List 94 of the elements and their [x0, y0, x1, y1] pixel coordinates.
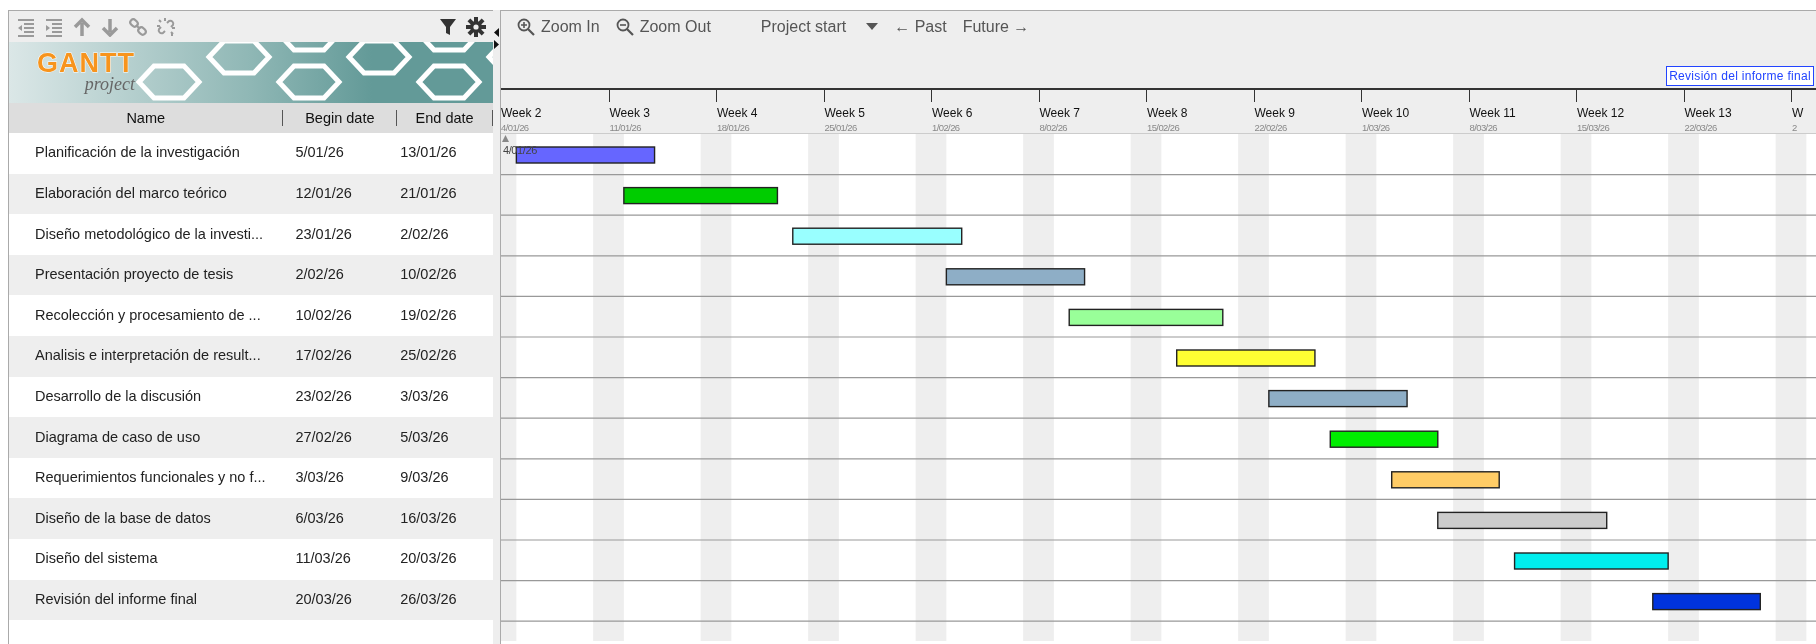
week-date: 22/02/26	[1254, 121, 1287, 135]
end-date: 16/03/26	[399, 508, 458, 528]
project-start-dropdown[interactable]: Project start	[756, 15, 883, 39]
task-name[interactable]: Desarrollo de la discusión	[9, 386, 284, 408]
end-date: 2/02/26	[399, 224, 450, 244]
week-label: Week 5	[824, 105, 865, 122]
week-label: Week 2	[501, 105, 542, 122]
end-date: 10/02/26	[399, 265, 458, 285]
week-date: 22/03/26	[1684, 121, 1717, 135]
logo-wordmark: GANTT	[37, 50, 135, 77]
begin-date: 5/01/26	[294, 143, 345, 163]
week-date: 4/01/26	[501, 121, 529, 135]
week-label: Week 13	[1684, 105, 1732, 122]
up-arrow-icon	[72, 16, 92, 37]
week-date: 25/01/26	[824, 121, 857, 135]
task-name[interactable]: Revisión del informe final	[9, 588, 284, 611]
task-bar[interactable]	[792, 227, 963, 245]
week-label: Week 6	[932, 105, 973, 122]
column-header[interactable]: Name	[9, 110, 284, 126]
caret-icon	[866, 23, 879, 31]
column-header[interactable]: Begin date	[283, 110, 398, 126]
end-date: 13/01/26	[399, 143, 458, 163]
week-label: Week 8	[1147, 105, 1188, 122]
end-date: 20/03/26	[399, 549, 458, 569]
task-name[interactable]: Presentación proyecto de tesis	[9, 264, 284, 286]
task-name[interactable]: Recolección y procesamiento de ...	[9, 304, 284, 327]
week-date: 15/02/26	[1147, 121, 1180, 135]
begin-date: 11/03/26	[294, 549, 352, 569]
task-name[interactable]: Diseño de la base de datos	[9, 507, 284, 530]
week-date: 1/02/26	[932, 121, 960, 135]
task-name[interactable]: Requerimientos funcionales y no f...	[9, 467, 284, 489]
link-icon	[128, 16, 148, 37]
week-date: 18/01/26	[717, 121, 750, 135]
task-name[interactable]: Diseño del sistema	[9, 548, 284, 571]
zoom-out-button[interactable]: Zoom Out	[611, 15, 715, 39]
future-button[interactable]: Future →	[958, 15, 1034, 39]
task-bar[interactable]	[1391, 471, 1500, 489]
week-date: 8/03/26	[1469, 121, 1497, 135]
begin-date: 2/02/26	[294, 265, 345, 285]
task-name[interactable]: Planificación de la investigación	[9, 142, 284, 165]
zoom-in-button[interactable]: Zoom In	[513, 15, 604, 39]
end-date: 5/03/26	[399, 427, 450, 447]
end-date: 26/03/26	[399, 589, 458, 609]
week-label: Week 7	[1039, 105, 1080, 122]
end-date: 3/03/26	[399, 387, 450, 406]
task-bar[interactable]	[1437, 511, 1608, 530]
week-date: 8/02/26	[1039, 121, 1067, 135]
end-date: 9/03/26	[399, 468, 450, 488]
begin-date: 3/03/26	[294, 468, 345, 488]
task-bar[interactable]	[1652, 592, 1761, 611]
filter-icon	[438, 16, 458, 37]
begin-date: 6/03/26	[294, 508, 345, 528]
end-date: 21/01/26	[399, 184, 458, 203]
task-tooltip: Revisión del informe final	[1666, 66, 1814, 86]
down-arrow-icon	[100, 16, 120, 37]
past-button[interactable]: ← Past	[890, 15, 951, 39]
unlink-icon	[156, 16, 176, 37]
week-date: 15/03/26	[1577, 121, 1610, 135]
begin-date: 12/01/26	[294, 184, 353, 203]
task-name[interactable]: Diagrama de caso de uso	[9, 426, 284, 449]
task-bar[interactable]	[623, 186, 779, 205]
task-bar[interactable]	[945, 268, 1086, 286]
week-label: W	[1792, 105, 1804, 122]
week-label: Week 10	[1362, 105, 1410, 122]
task-name[interactable]: Analisis e interpretación de result...	[9, 345, 284, 368]
begin-date: 10/02/26	[294, 305, 353, 325]
end-date: 25/02/26	[399, 346, 458, 366]
task-bar[interactable]	[1268, 389, 1408, 408]
begin-date: 17/02/26	[294, 346, 353, 366]
indent-icon	[44, 16, 64, 37]
logo-tagline: project	[84, 75, 135, 93]
settings-button[interactable]	[465, 15, 487, 38]
week-label: Week 12	[1577, 105, 1625, 122]
end-date: 19/02/26	[399, 305, 458, 325]
zoom-in-icon	[517, 18, 535, 36]
week-label: Week 3	[609, 105, 650, 122]
week-label: Week 11	[1469, 105, 1516, 122]
begin-date: 23/01/26	[294, 224, 353, 244]
begin-date: 27/02/26	[294, 427, 353, 447]
week-label: Week 9	[1254, 105, 1295, 122]
task-name[interactable]: Elaboración del marco teórico	[9, 183, 284, 205]
week-date: 1/03/26	[1362, 121, 1390, 135]
outdent-icon	[16, 16, 36, 37]
week-date: 2	[1792, 121, 1797, 135]
settings-icon	[466, 16, 486, 37]
week-date: 11/01/26	[609, 121, 641, 135]
task-bar[interactable]	[1068, 308, 1224, 327]
begin-date: 20/03/26	[294, 589, 353, 609]
task-bar[interactable]	[1329, 430, 1439, 448]
zoom-out-icon	[615, 18, 634, 36]
week-label: Week 4	[717, 105, 758, 122]
task-name[interactable]: Diseño metodológico de la investi...	[9, 223, 284, 246]
begin-date: 23/02/26	[294, 387, 353, 406]
task-bar[interactable]	[1176, 349, 1316, 367]
